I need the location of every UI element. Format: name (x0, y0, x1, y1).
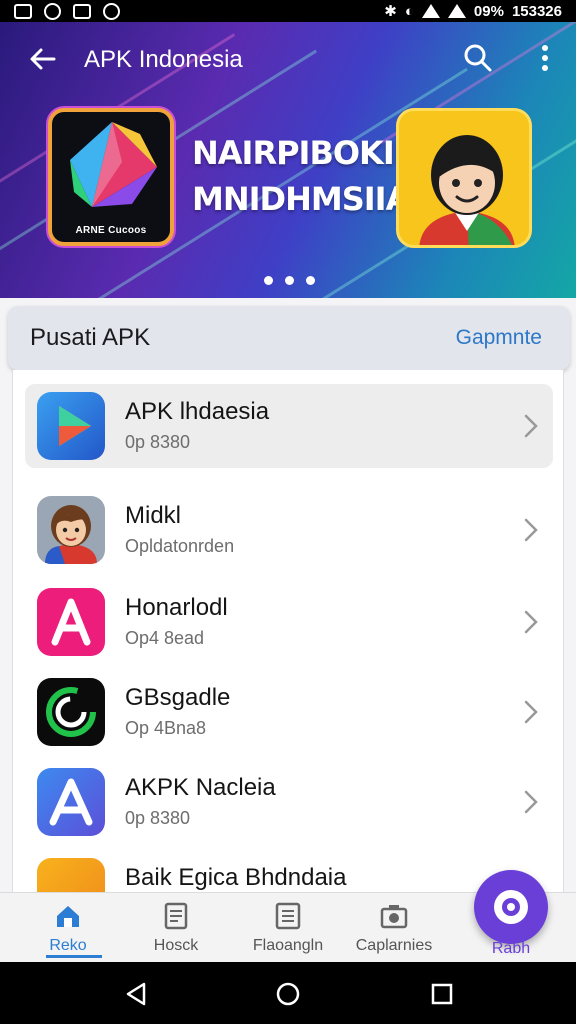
list-item-title: GBsgadle (125, 684, 231, 711)
list-item[interactable]: AKPK Nacleia 0p 8380 (25, 760, 553, 844)
data-icon: ◐ (404, 2, 414, 20)
nav-tab-flaoangln[interactable]: Flaoangln (238, 901, 338, 961)
letter-a-pink-icon (37, 588, 105, 656)
carousel-dot[interactable] (285, 276, 294, 285)
carousel-indicator[interactable] (264, 276, 315, 285)
carousel-dot[interactable] (306, 276, 315, 285)
nav-tab-label: Reko (49, 937, 87, 954)
list-item-title: APK lhdaesia (125, 398, 270, 425)
list-item-subtitle: Op4 8ead (125, 628, 205, 648)
gallery-notification-icon (14, 3, 32, 19)
back-arrow-icon[interactable] (28, 44, 58, 74)
chevron-right-icon (524, 518, 538, 542)
list-item[interactable]: Honarlodl Op4 8ead (25, 580, 553, 664)
system-navigation-bar (0, 962, 576, 1024)
chevron-right-icon (524, 790, 538, 814)
prism-logo-icon (70, 122, 157, 207)
list-icon (275, 902, 301, 930)
list-item-subtitle: 0p 8380 (125, 432, 191, 452)
floating-action-button[interactable] (474, 870, 548, 944)
play-triangle-icon (37, 392, 105, 460)
banner-headline-line-2: MNIDHMSIIAT (192, 180, 429, 218)
status-bar: ✱ ◐ 09% 153326 (0, 0, 576, 22)
fab-label: Rabh (491, 940, 531, 957)
camera-icon (380, 905, 408, 929)
app-list: APK lhdaesia 0p 8380 Midkl Opldatonrden (12, 370, 564, 926)
nav-tab-home[interactable]: Reko (18, 901, 118, 961)
list-item[interactable]: GBsgadle Op 4Bna8 (25, 670, 553, 754)
screen: ✱ ◐ 09% 153326 APK Indonesia ARNE Cucoos… (0, 0, 576, 1024)
list-item-title: Honarlodl (125, 594, 228, 621)
chevron-right-icon (524, 414, 538, 438)
featured-app-right-tile[interactable] (396, 108, 532, 248)
nav-tab-caplarnies[interactable]: Caplarnies (344, 901, 444, 961)
nav-tab-label: Flaoangln (252, 937, 324, 954)
document-icon (164, 902, 188, 930)
list-item-title: Midkl (125, 502, 182, 529)
system-back-icon[interactable] (122, 980, 150, 1008)
list-item-subtitle: 0p 8380 (125, 808, 191, 828)
featured-app-left-tile[interactable]: ARNE Cucoos (48, 108, 174, 246)
list-item[interactable]: APK lhdaesia 0p 8380 (25, 384, 553, 468)
battery-level: 09% (473, 2, 504, 20)
system-home-icon[interactable] (274, 980, 302, 1008)
bluetooth-icon: ✱ (384, 3, 397, 20)
nav-tab-label: Caplarnies (355, 937, 433, 954)
featured-app-caption: ARNE Cucoos (75, 225, 147, 236)
sync-notification-icon (44, 2, 61, 20)
section-header: Pusati APK Gapmnte (8, 306, 570, 370)
list-item-subtitle: Op 4Bna8 (125, 718, 207, 738)
section-title: Pusati APK (30, 324, 151, 351)
app-notification-icon (73, 3, 91, 19)
banner-headline: NAIRPIBOKIIN MNIDHMSIIAT (192, 130, 431, 222)
clock: 153326 (511, 2, 562, 20)
signal-icon (421, 4, 440, 18)
carousel-dot[interactable] (264, 276, 273, 285)
list-item[interactable]: Midkl Opldatonrden (25, 488, 553, 572)
app-bar: APK Indonesia (0, 36, 576, 80)
section-see-all-link[interactable]: Gapmnte (456, 326, 542, 350)
system-recents-icon[interactable] (428, 980, 456, 1008)
person-avatar-icon (419, 135, 515, 245)
letter-a-blue-icon (37, 768, 105, 836)
nav-tab-hosck[interactable]: Hosck (126, 901, 226, 961)
page-title: APK Indonesia (84, 46, 243, 73)
record-notification-icon (103, 2, 120, 20)
active-tab-indicator (46, 955, 102, 958)
search-icon[interactable] (462, 42, 494, 74)
home-icon (57, 906, 79, 927)
list-item-title: AKPK Nacleia (125, 774, 276, 801)
gear-icon (494, 890, 528, 924)
list-item-subtitle: Opldatonrden (125, 536, 235, 556)
more-options-icon[interactable] (532, 42, 558, 74)
list-item-title: Baik Egica Bhdndaia (125, 864, 347, 891)
banner-headline-line-1: NAIRPIBOKIIN (192, 134, 431, 172)
chevron-right-icon (524, 610, 538, 634)
header-banner: APK Indonesia ARNE Cucoos NAIRPIBOKIIN M… (0, 22, 576, 298)
green-ring-icon (37, 678, 105, 746)
chevron-right-icon (524, 700, 538, 724)
wifi-icon (447, 4, 466, 18)
boy-avatar-icon (37, 496, 105, 564)
nav-tab-label: Hosck (153, 937, 199, 954)
